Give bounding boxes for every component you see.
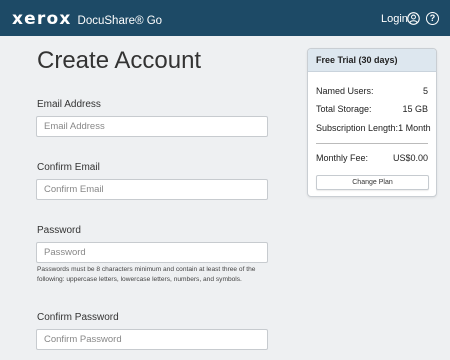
product-name: DocuShare® Go — [77, 15, 163, 27]
help-icon[interactable]: ? — [426, 12, 439, 25]
password-hint: Passwords must be 8 characters minimum a… — [37, 266, 256, 283]
email-field[interactable] — [36, 116, 268, 137]
email-label: Email Address — [37, 99, 101, 110]
named-users-value: 5 — [422, 86, 428, 96]
confirm-password-field[interactable] — [36, 329, 268, 350]
login-link[interactable]: Login — [381, 13, 408, 25]
user-circle-icon[interactable] — [407, 12, 420, 25]
card-divider — [316, 143, 428, 144]
password-label: Password — [37, 225, 81, 236]
brand[interactable]: xerox DocuShare® Go — [12, 9, 162, 29]
fee-label: Monthly Fee: — [316, 153, 369, 163]
page-title: Create Account — [37, 47, 202, 74]
storage-label: Total Storage: — [316, 104, 372, 114]
subscription-row: Subscription Length: 1 Month — [316, 123, 431, 133]
trial-title: Free Trial (30 days) — [308, 49, 436, 72]
subscription-value: 1 Month — [398, 123, 431, 133]
fee-row: Monthly Fee: US$0.00 — [316, 153, 428, 163]
xerox-logo: xerox — [12, 9, 72, 29]
storage-value: 15 GB — [402, 104, 428, 114]
free-trial-card: Free Trial (30 days) Named Users: 5 Tota… — [307, 48, 437, 197]
named-users-row: Named Users: 5 — [316, 86, 428, 96]
named-users-label: Named Users: — [316, 86, 374, 96]
password-field[interactable] — [36, 242, 268, 263]
confirm-email-field[interactable] — [36, 179, 268, 200]
subscription-label: Subscription Length: — [316, 123, 399, 133]
storage-row: Total Storage: 15 GB — [316, 104, 428, 114]
change-plan-button[interactable]: Change Plan — [316, 175, 429, 190]
confirm-email-label: Confirm Email — [37, 162, 100, 173]
fee-value: US$0.00 — [392, 153, 428, 163]
confirm-password-label: Confirm Password — [37, 312, 119, 323]
top-bar: xerox DocuShare® Go Login ? — [0, 0, 450, 36]
